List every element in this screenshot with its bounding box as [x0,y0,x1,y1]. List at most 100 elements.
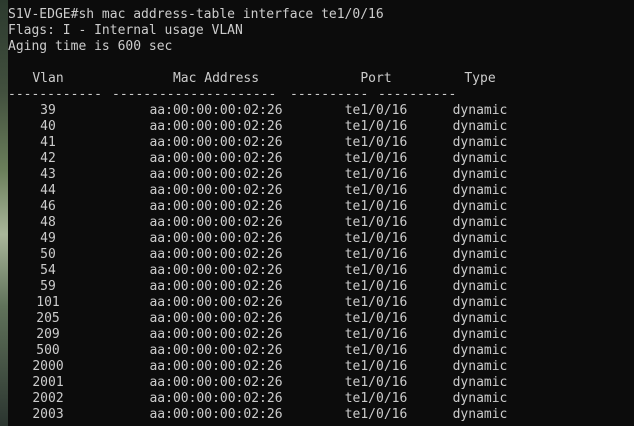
column-header-type: Type [464,71,496,86]
cell-vlan: 39 [40,103,56,118]
cell-mac-address: aa:00:00:00:02:26 [149,103,283,118]
cell-type: dynamic [452,167,508,182]
cell-mac-address: aa:00:00:00:02:26 [149,167,283,182]
cell-port: te1/0/16 [344,279,408,294]
cell-vlan: 40 [40,119,56,134]
table-row: 46 aa:00:00:00:02:26 te1/0/16 dynamic [8,199,634,215]
cell-vlan: 46 [40,199,56,214]
table-row: 500 aa:00:00:00:02:26 te1/0/16 dynamic [8,343,634,359]
cell-mac-address: aa:00:00:00:02:26 [149,295,283,310]
cell-mac-address: aa:00:00:00:02:26 [149,327,283,342]
cell-mac-address: aa:00:00:00:02:26 [149,311,283,326]
cell-type: dynamic [452,343,508,358]
cell-mac-address: aa:00:00:00:02:26 [149,343,283,358]
cell-type: dynamic [452,295,508,310]
command-prompt-line: S1V-EDGE#sh mac address-table interface … [8,7,384,22]
cell-vlan: 42 [40,151,56,166]
separator-port: ---------- [290,87,369,102]
cell-mac-address: aa:00:00:00:02:26 [149,407,283,422]
table-row: 49 aa:00:00:00:02:26 te1/0/16 dynamic [8,231,634,247]
cell-mac-address: aa:00:00:00:02:26 [149,375,283,390]
cell-port: te1/0/16 [344,247,408,262]
cell-vlan: 59 [40,279,56,294]
cell-port: te1/0/16 [344,263,408,278]
cell-mac-address: aa:00:00:00:02:26 [149,279,283,294]
table-row: 2000 aa:00:00:00:02:26 te1/0/16 dynamic [8,359,634,375]
cell-type: dynamic [452,279,508,294]
cell-port: te1/0/16 [344,167,408,182]
cell-port: te1/0/16 [344,215,408,230]
cell-port: te1/0/16 [344,327,408,342]
cell-port: te1/0/16 [344,199,408,214]
cell-port: te1/0/16 [344,375,408,390]
background-window-edge [0,0,8,426]
table-row: 54 aa:00:00:00:02:26 te1/0/16 dynamic [8,263,634,279]
cell-mac-address: aa:00:00:00:02:26 [149,391,283,406]
cell-vlan: 2003 [32,407,64,422]
cell-vlan: 43 [40,167,56,182]
column-header-vlan: Vlan [32,71,64,86]
table-header-row: Vlan Mac Address Port Type [8,71,634,87]
cell-port: te1/0/16 [344,295,408,310]
cell-mac-address: aa:00:00:00:02:26 [149,215,283,230]
cell-type: dynamic [452,183,508,198]
cell-type: dynamic [452,311,508,326]
cell-type: dynamic [452,247,508,262]
cell-port: te1/0/16 [344,103,408,118]
cell-type: dynamic [452,327,508,342]
cell-type: dynamic [452,263,508,278]
cell-type: dynamic [452,135,508,150]
cell-type: dynamic [452,359,508,374]
cell-type: dynamic [452,391,508,406]
table-row: 2003 aa:00:00:00:02:26 te1/0/16 dynamic [8,407,634,423]
cell-mac-address: aa:00:00:00:02:26 [149,183,283,198]
separator-mac: --------------------- [112,87,277,102]
table-row: 101 aa:00:00:00:02:26 te1/0/16 dynamic [8,295,634,311]
separator-vlan: ------------ [8,87,102,102]
table-row: 2002 aa:00:00:00:02:26 te1/0/16 dynamic [8,391,634,407]
cell-port: te1/0/16 [344,151,408,166]
flags-legend-line: Flags: I - Internal usage VLAN [8,23,243,38]
cell-vlan: 2001 [32,375,64,390]
cell-vlan: 54 [40,263,56,278]
cell-vlan: 205 [36,311,60,326]
screenshot: S1V-EDGE#sh mac address-table interface … [0,0,634,426]
cell-port: te1/0/16 [344,343,408,358]
cell-mac-address: aa:00:00:00:02:26 [149,135,283,150]
cell-mac-address: aa:00:00:00:02:26 [149,119,283,134]
cell-vlan: 41 [40,135,56,150]
cell-type: dynamic [452,407,508,422]
table-row: 44 aa:00:00:00:02:26 te1/0/16 dynamic [8,183,634,199]
table-separator-row: ------------ --------------------- -----… [8,87,634,103]
cell-mac-address: aa:00:00:00:02:26 [149,151,283,166]
table-row: 50 aa:00:00:00:02:26 te1/0/16 dynamic [8,247,634,263]
separator-type: ---------- [378,87,457,102]
cell-port: te1/0/16 [344,311,408,326]
cell-mac-address: aa:00:00:00:02:26 [149,231,283,246]
terminal-window[interactable]: S1V-EDGE#sh mac address-table interface … [8,0,634,426]
cell-type: dynamic [452,103,508,118]
cell-vlan: 49 [40,231,56,246]
cell-port: te1/0/16 [344,359,408,374]
column-header-mac-address: Mac Address [172,71,260,86]
table-row: 48 aa:00:00:00:02:26 te1/0/16 dynamic [8,215,634,231]
table-row: 209 aa:00:00:00:02:26 te1/0/16 dynamic [8,327,634,343]
table-row: 205 aa:00:00:00:02:26 te1/0/16 dynamic [8,311,634,327]
cell-vlan: 500 [36,343,60,358]
cell-type: dynamic [452,231,508,246]
cell-port: te1/0/16 [344,119,408,134]
cell-vlan: 2002 [32,391,64,406]
table-row: 41 aa:00:00:00:02:26 te1/0/16 dynamic [8,135,634,151]
cell-vlan: 50 [40,247,56,262]
table-row: 39 aa:00:00:00:02:26 te1/0/16 dynamic [8,103,634,119]
cell-type: dynamic [452,119,508,134]
cell-vlan: 2000 [32,359,64,374]
command-header: S1V-EDGE#sh mac address-table interface … [8,0,634,71]
table-row: 59 aa:00:00:00:02:26 te1/0/16 dynamic [8,279,634,295]
cell-mac-address: aa:00:00:00:02:26 [149,199,283,214]
table-row: 42 aa:00:00:00:02:26 te1/0/16 dynamic [8,151,634,167]
cell-type: dynamic [452,199,508,214]
cell-vlan: 48 [40,215,56,230]
table-row: 40 aa:00:00:00:02:26 te1/0/16 dynamic [8,119,634,135]
